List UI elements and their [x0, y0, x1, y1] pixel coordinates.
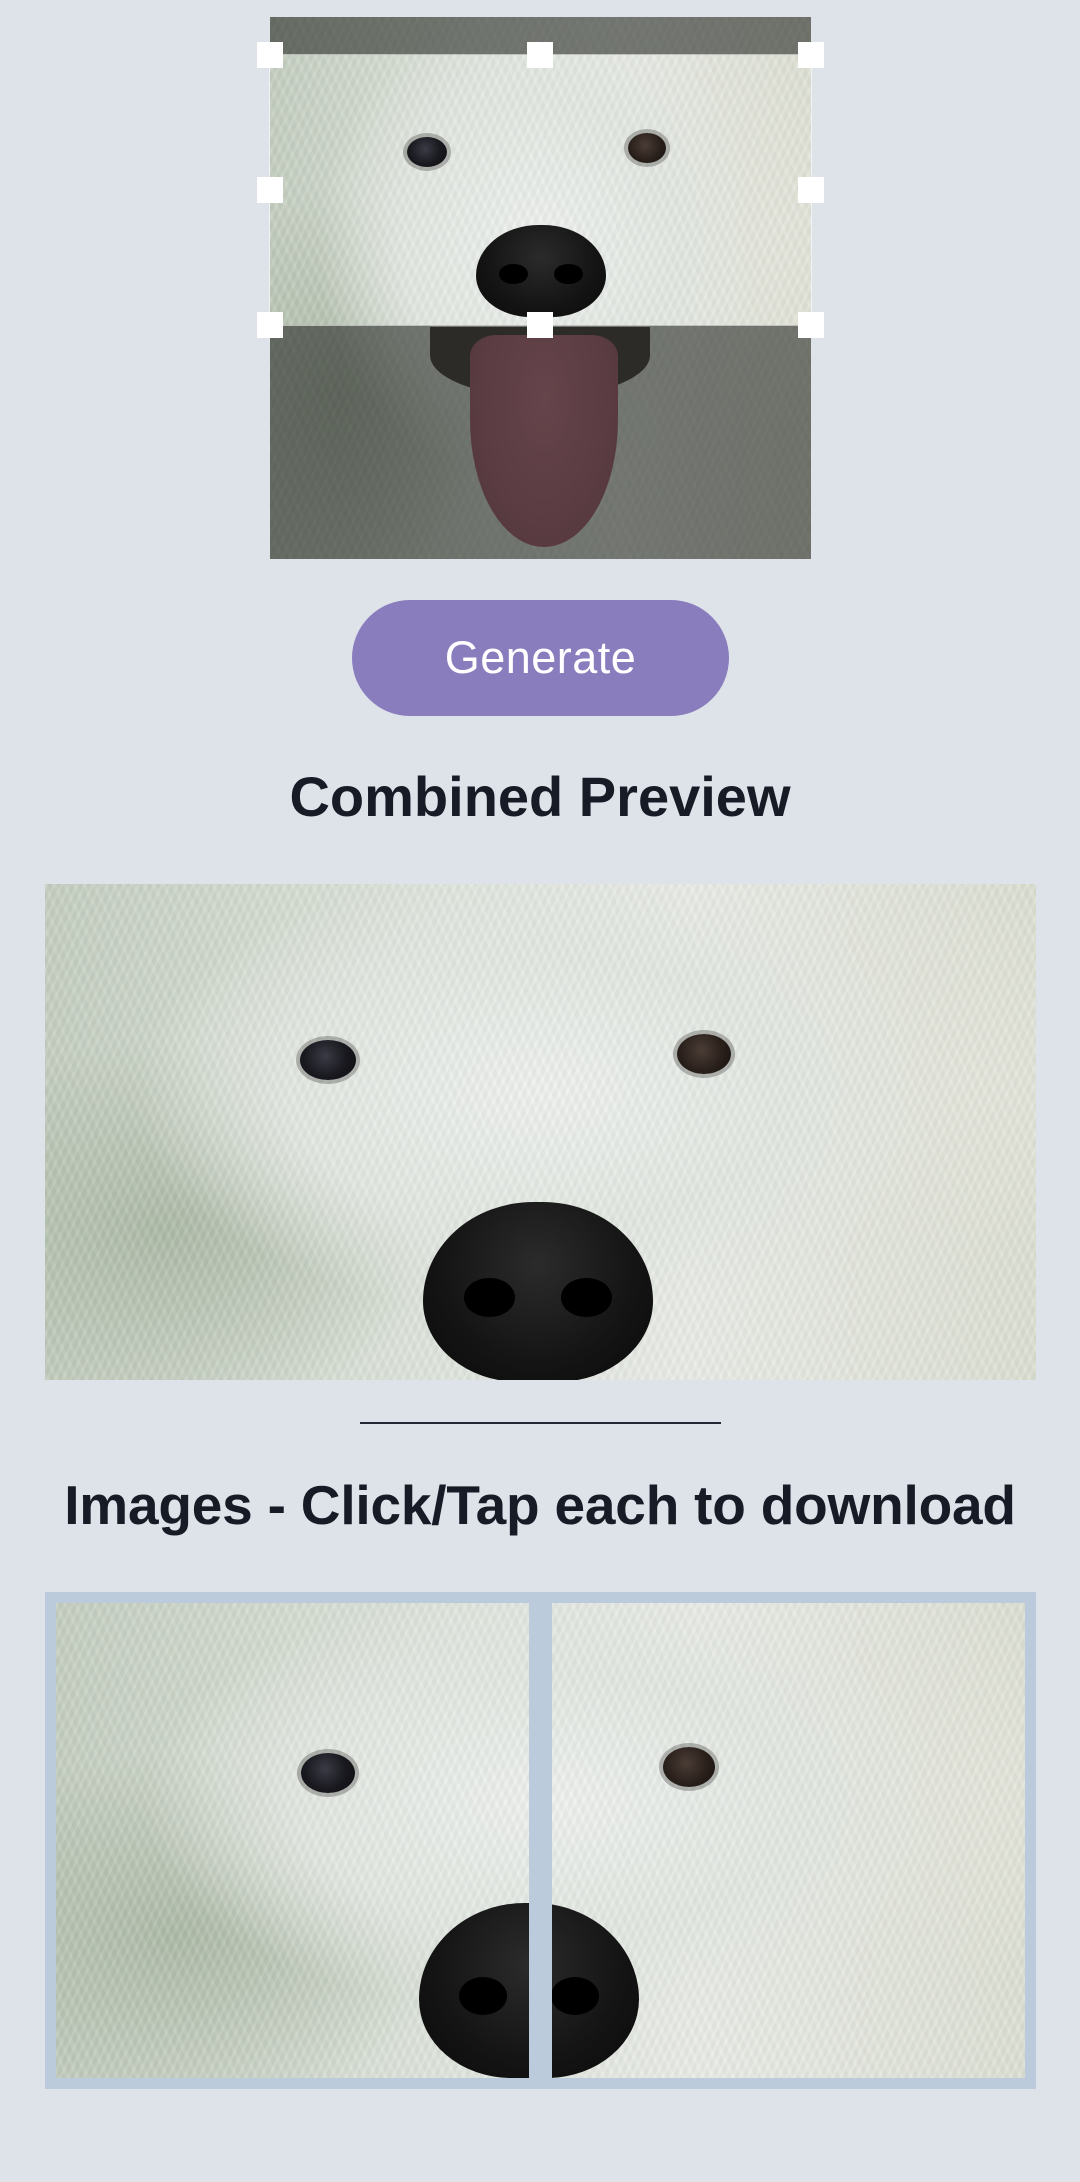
crop-handle-bottom-center[interactable] [527, 312, 553, 338]
crop-handle-bottom-right[interactable] [798, 312, 824, 338]
crop-selection[interactable] [269, 54, 812, 326]
image-cropper[interactable] [257, 17, 824, 559]
image-tile-2[interactable] [552, 1603, 1025, 2078]
combined-preview-image [45, 884, 1036, 1380]
combined-preview-title: Combined Preview [289, 765, 791, 828]
generate-button[interactable]: Generate [352, 600, 729, 716]
image-tile-1[interactable] [56, 1603, 529, 2078]
crop-handle-top-center[interactable] [527, 42, 553, 68]
crop-handle-top-left[interactable] [257, 42, 283, 68]
crop-handle-top-right[interactable] [798, 42, 824, 68]
crop-handle-middle-left[interactable] [257, 177, 283, 203]
crop-handle-bottom-left[interactable] [257, 312, 283, 338]
crop-handle-middle-right[interactable] [798, 177, 824, 203]
image-tile-grid [45, 1592, 1036, 2089]
crop-shade-bottom [270, 325, 811, 559]
images-section-title: Images - Click/Tap each to download [64, 1474, 1016, 1536]
section-divider [360, 1422, 721, 1424]
